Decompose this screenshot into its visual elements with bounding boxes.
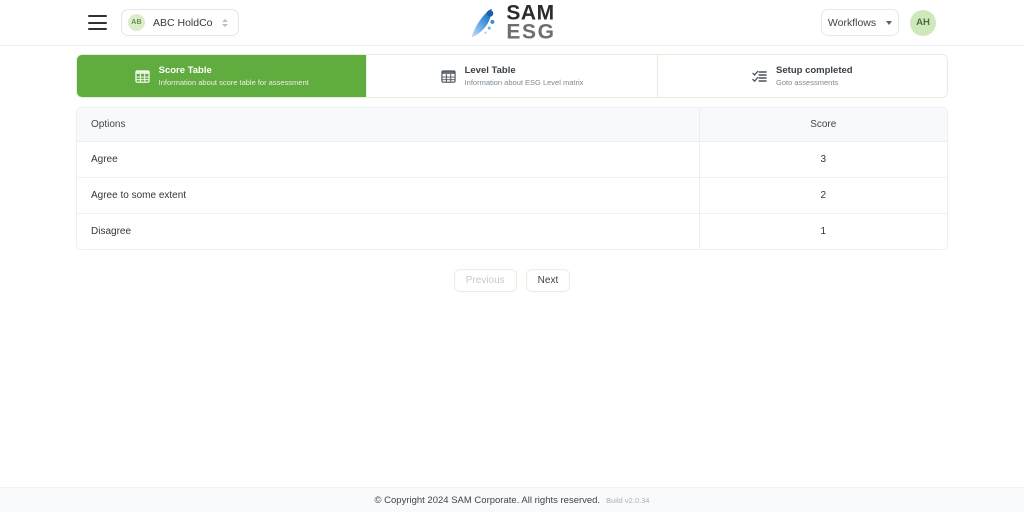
table-grid-icon [440,69,456,83]
user-avatar[interactable]: AH [910,9,936,36]
tab-score-table-text: Score Table Information about score tabl… [159,65,309,87]
logo-wordmark: SAM ESG [506,2,556,44]
score-table-head: Options Score [77,108,947,142]
tab-level-table-text: Level Table Information about ESG Level … [465,65,584,87]
table-header-row: Options Score [77,108,947,142]
top-bar-left: AB ABC HoldCo [88,9,239,36]
main-content: Score Table Information about score tabl… [0,46,1024,487]
tab-setup-completed-text: Setup completed Goto assessments [776,65,853,87]
app-logo[interactable]: SAM ESG [468,2,556,44]
chevron-updown-icon [221,16,230,30]
workflows-label: Workflows [827,16,877,29]
logo-esg-text: ESG [506,20,556,44]
cell-option: Agree [77,141,700,178]
pagination-controls: Previous Next [76,269,948,292]
cell-option: Disagree [91,226,132,237]
cell-option: Agree to some extent [77,177,700,214]
cell-score: 3 [698,141,947,178]
score-table-container: Options Score Agree 3 Agree to some exte… [76,107,948,250]
tab-title: Setup completed [776,64,853,76]
tab-level-table[interactable]: Level Table Information about ESG Level … [367,55,658,97]
table-row: Disagree 1 [77,213,947,249]
cell-score: 2 [698,177,947,214]
workflows-dropdown[interactable]: Workflows [821,9,899,36]
top-bar: AB ABC HoldCo SAM ESG Workflows AH [0,0,1024,46]
page-footer: © Copyright 2024 SAM Corporate. All righ… [0,487,1024,512]
company-initials-badge: AB [128,14,145,31]
checklist-icon [752,70,767,82]
tab-title: Score Table [158,64,212,76]
tab-subtitle: Information about ESG Level matrix [464,77,584,87]
tab-setup-completed[interactable]: Setup completed Goto assessments [657,55,947,97]
tab-subtitle: Goto assessments [776,77,839,87]
cell-score: 1 [698,213,947,249]
score-table-body: Agree 3 Agree to some extent 2 Disagree … [77,141,947,249]
hamburger-icon[interactable] [88,15,107,30]
table-row: Agree 3 [77,141,947,178]
company-name-label: ABC HoldCo [153,16,213,29]
score-table: Options Score Agree 3 Agree to some exte… [77,108,947,249]
sam-swoosh-logo-icon [471,8,495,38]
app-root: AB ABC HoldCo SAM ESG Workflows AH Score… [0,0,1024,512]
tab-subtitle: Information about score table for assess… [158,77,309,87]
step-tabs: Score Table Information about score tabl… [76,54,948,98]
tab-title: Level Table [464,64,516,76]
chevron-down-icon [886,20,893,25]
table-row: Agree to some extent 2 [77,177,947,214]
column-header-score: Score [698,108,947,142]
next-button[interactable]: Next [525,269,571,292]
company-selector[interactable]: AB ABC HoldCo [121,9,239,36]
copyright-text: © Copyright 2024 SAM Corporate. All righ… [374,494,601,506]
top-bar-right: Workflows AH [821,9,936,36]
build-version-text: Build v2.0.34 [606,495,650,505]
column-header-options: Options [77,108,700,142]
table-grid-icon [135,69,150,83]
tab-score-table[interactable]: Score Table Information about score tabl… [77,55,368,97]
previous-button[interactable]: Previous [453,269,517,292]
